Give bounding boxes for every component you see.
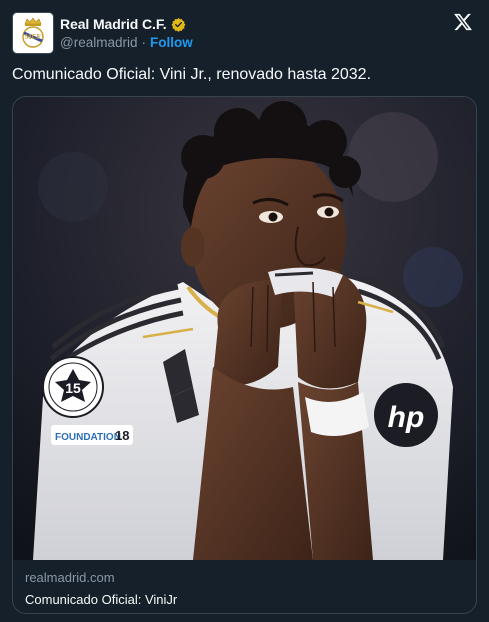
name-row: Real Madrid C.F. [60,16,193,32]
author-name[interactable]: Real Madrid C.F. [60,16,167,32]
tweet-text: Comunicado Oficial: Vini Jr., renovado h… [12,66,372,83]
link-card[interactable]: 15 FOUNDATION 18 hp realmadrid.com Comun… [12,96,477,614]
real-madrid-crest-icon: MCF [22,17,44,48]
handle-row: @realmadrid · Follow [60,35,193,50]
tweet-header: MCF Real Madrid C.F. @realmadrid · Follo… [12,10,477,56]
avatar[interactable]: MCF [12,12,54,54]
x-logo-icon[interactable] [453,12,473,32]
verified-badge-icon [171,17,186,32]
sleeve-number: 18 [115,428,129,443]
card-footer[interactable]: realmadrid.com Comunicado Oficial: ViniJ… [13,560,476,613]
tweet-embed: MCF Real Madrid C.F. @realmadrid · Follo… [0,0,489,622]
svg-text:hp: hp [388,401,425,434]
sleeve-foundation-text: FOUNDATION [55,432,121,443]
author-handle[interactable]: @realmadrid [60,35,137,50]
player-photo: 15 FOUNDATION 18 hp [13,97,476,560]
card-title[interactable]: Comunicado Oficial: ViniJr [25,592,466,608]
author-identity: Real Madrid C.F. @realmadrid · Follow [60,16,193,50]
svg-text:MCF: MCF [25,33,41,41]
separator-dot: · [141,35,146,50]
follow-button[interactable]: Follow [150,35,193,50]
card-image[interactable]: 15 FOUNDATION 18 hp [13,97,476,560]
card-domain[interactable]: realmadrid.com [25,570,466,586]
ucl-badge-number: 15 [65,380,81,396]
